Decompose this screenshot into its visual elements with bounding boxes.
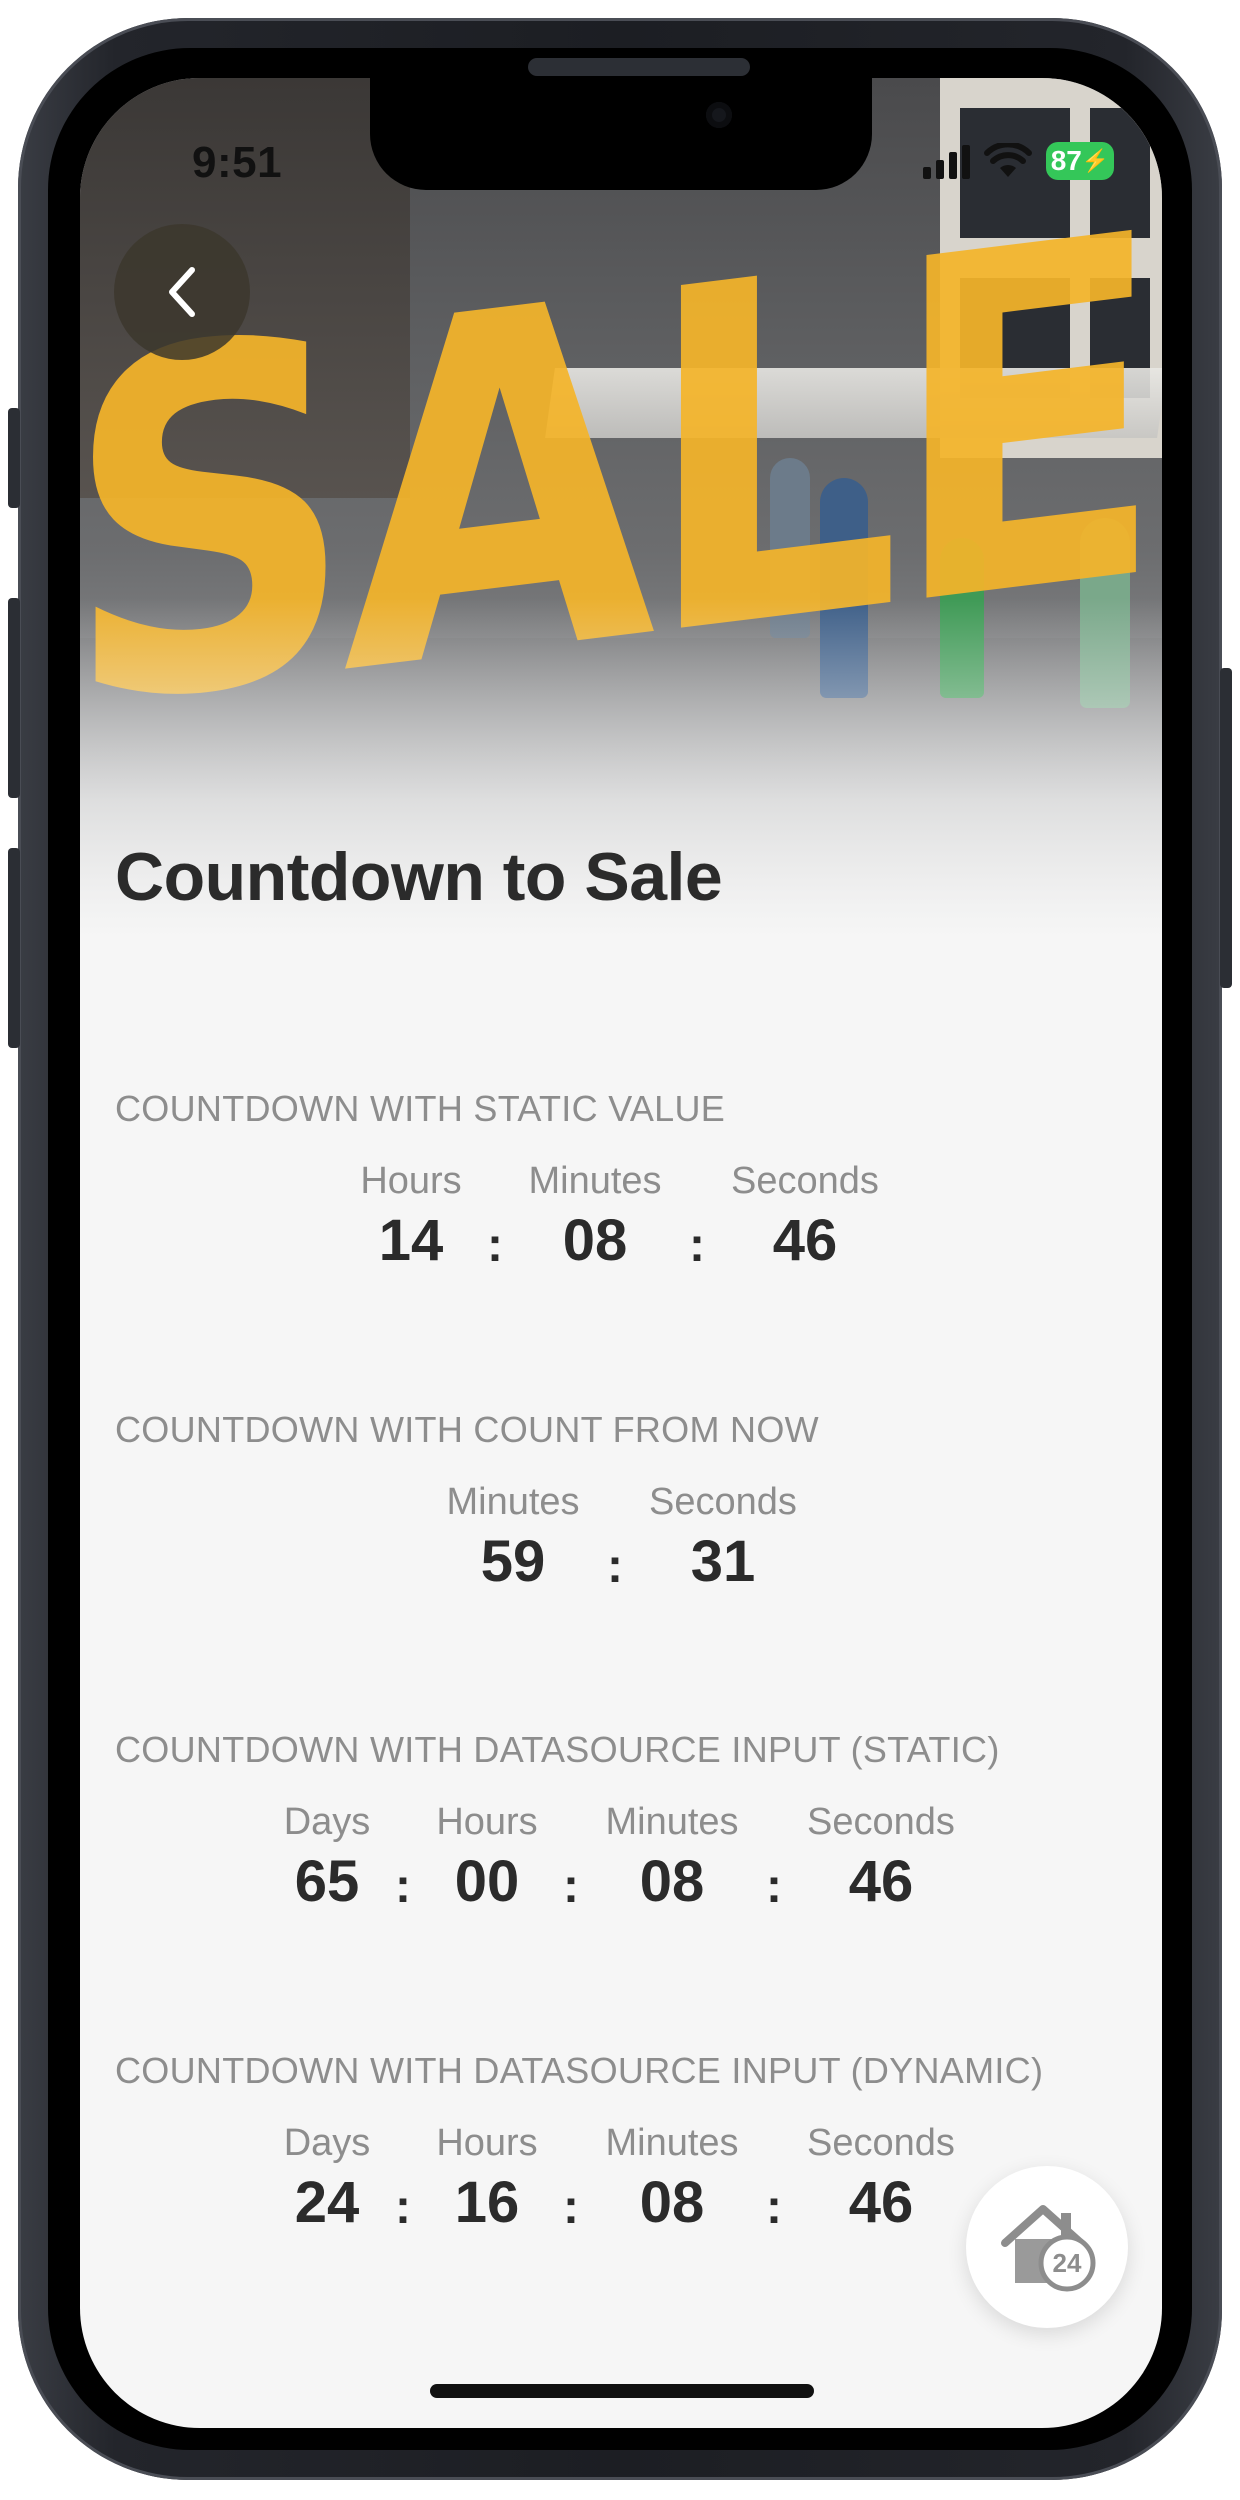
cellular-signal-icon [923,143,970,179]
battery-level: 87 [1050,145,1082,176]
unit-value: 46 [848,2170,914,2235]
unit-value: 31 [690,1529,756,1594]
unit-label: Minutes [528,1160,662,1202]
countdown-unit-seconds: Seconds 46 [695,1160,915,1274]
countdown-unit-minutes: Minutes 08 [562,1801,782,1915]
countdown-unit-seconds: Seconds 46 [771,1801,991,1915]
section-label-static: COUNTDOWN WITH STATIC VALUE [115,1088,726,1129]
unit-label: Seconds [731,1160,879,1202]
countdown-unit-minutes: Minutes 08 [485,1160,705,1274]
unit-value: 08 [639,1849,705,1914]
volume-up-button [8,598,20,798]
home-24-button[interactable]: 24 [966,2166,1128,2328]
unit-value: 59 [480,1529,546,1594]
speaker-grille [528,58,750,76]
battery-icon: 87 ⚡ [1046,142,1114,180]
status-time: 9:51 [192,138,283,187]
section-label-datasource-dynamic: COUNTDOWN WITH DATASOURCE INPUT (DYNAMIC… [115,2050,1044,2091]
camera-icon [706,102,732,128]
countdown-unit-seconds: Seconds 31 [613,1481,833,1595]
power-button [1220,668,1232,988]
chevron-left-icon [169,267,195,317]
unit-value: 46 [772,1208,838,1273]
hero-image: SALE [80,78,1162,938]
notch [370,78,872,190]
home-icon: 24 [1001,2205,1096,2292]
unit-label: Seconds [649,1481,797,1523]
mute-switch [8,408,20,508]
back-button[interactable] [114,224,250,360]
unit-value: 08 [639,2170,705,2235]
fab-badge: 24 [1053,2248,1082,2278]
countdown-unit-seconds: Seconds 46 [771,2122,991,2236]
unit-value: 46 [848,1849,914,1914]
home-indicator[interactable] [430,2384,814,2398]
wifi-icon [984,143,1032,177]
section-label-count-from-now: COUNTDOWN WITH COUNT FROM NOW [115,1409,819,1450]
unit-label: Minutes [605,1801,739,1843]
unit-label: Minutes [605,2122,739,2164]
page-title: Countdown to Sale [115,839,723,915]
unit-value: 08 [562,1208,628,1273]
volume-down-button [8,848,20,1048]
countdown-unit-minutes: Minutes 08 [562,2122,782,2236]
unit-label: Seconds [807,2122,955,2164]
countdown-unit-minutes: Minutes 59 [403,1481,623,1595]
section-label-datasource-static: COUNTDOWN WITH DATASOURCE INPUT (STATIC) [115,1729,1000,1770]
status-icons: 87 ⚡ [923,142,1114,180]
unit-label: Minutes [446,1481,580,1523]
unit-label: Seconds [807,1801,955,1843]
app-screen: SALE 9:51 87 ⚡ Countdown to Sale COUNTDOW… [80,78,1162,2428]
